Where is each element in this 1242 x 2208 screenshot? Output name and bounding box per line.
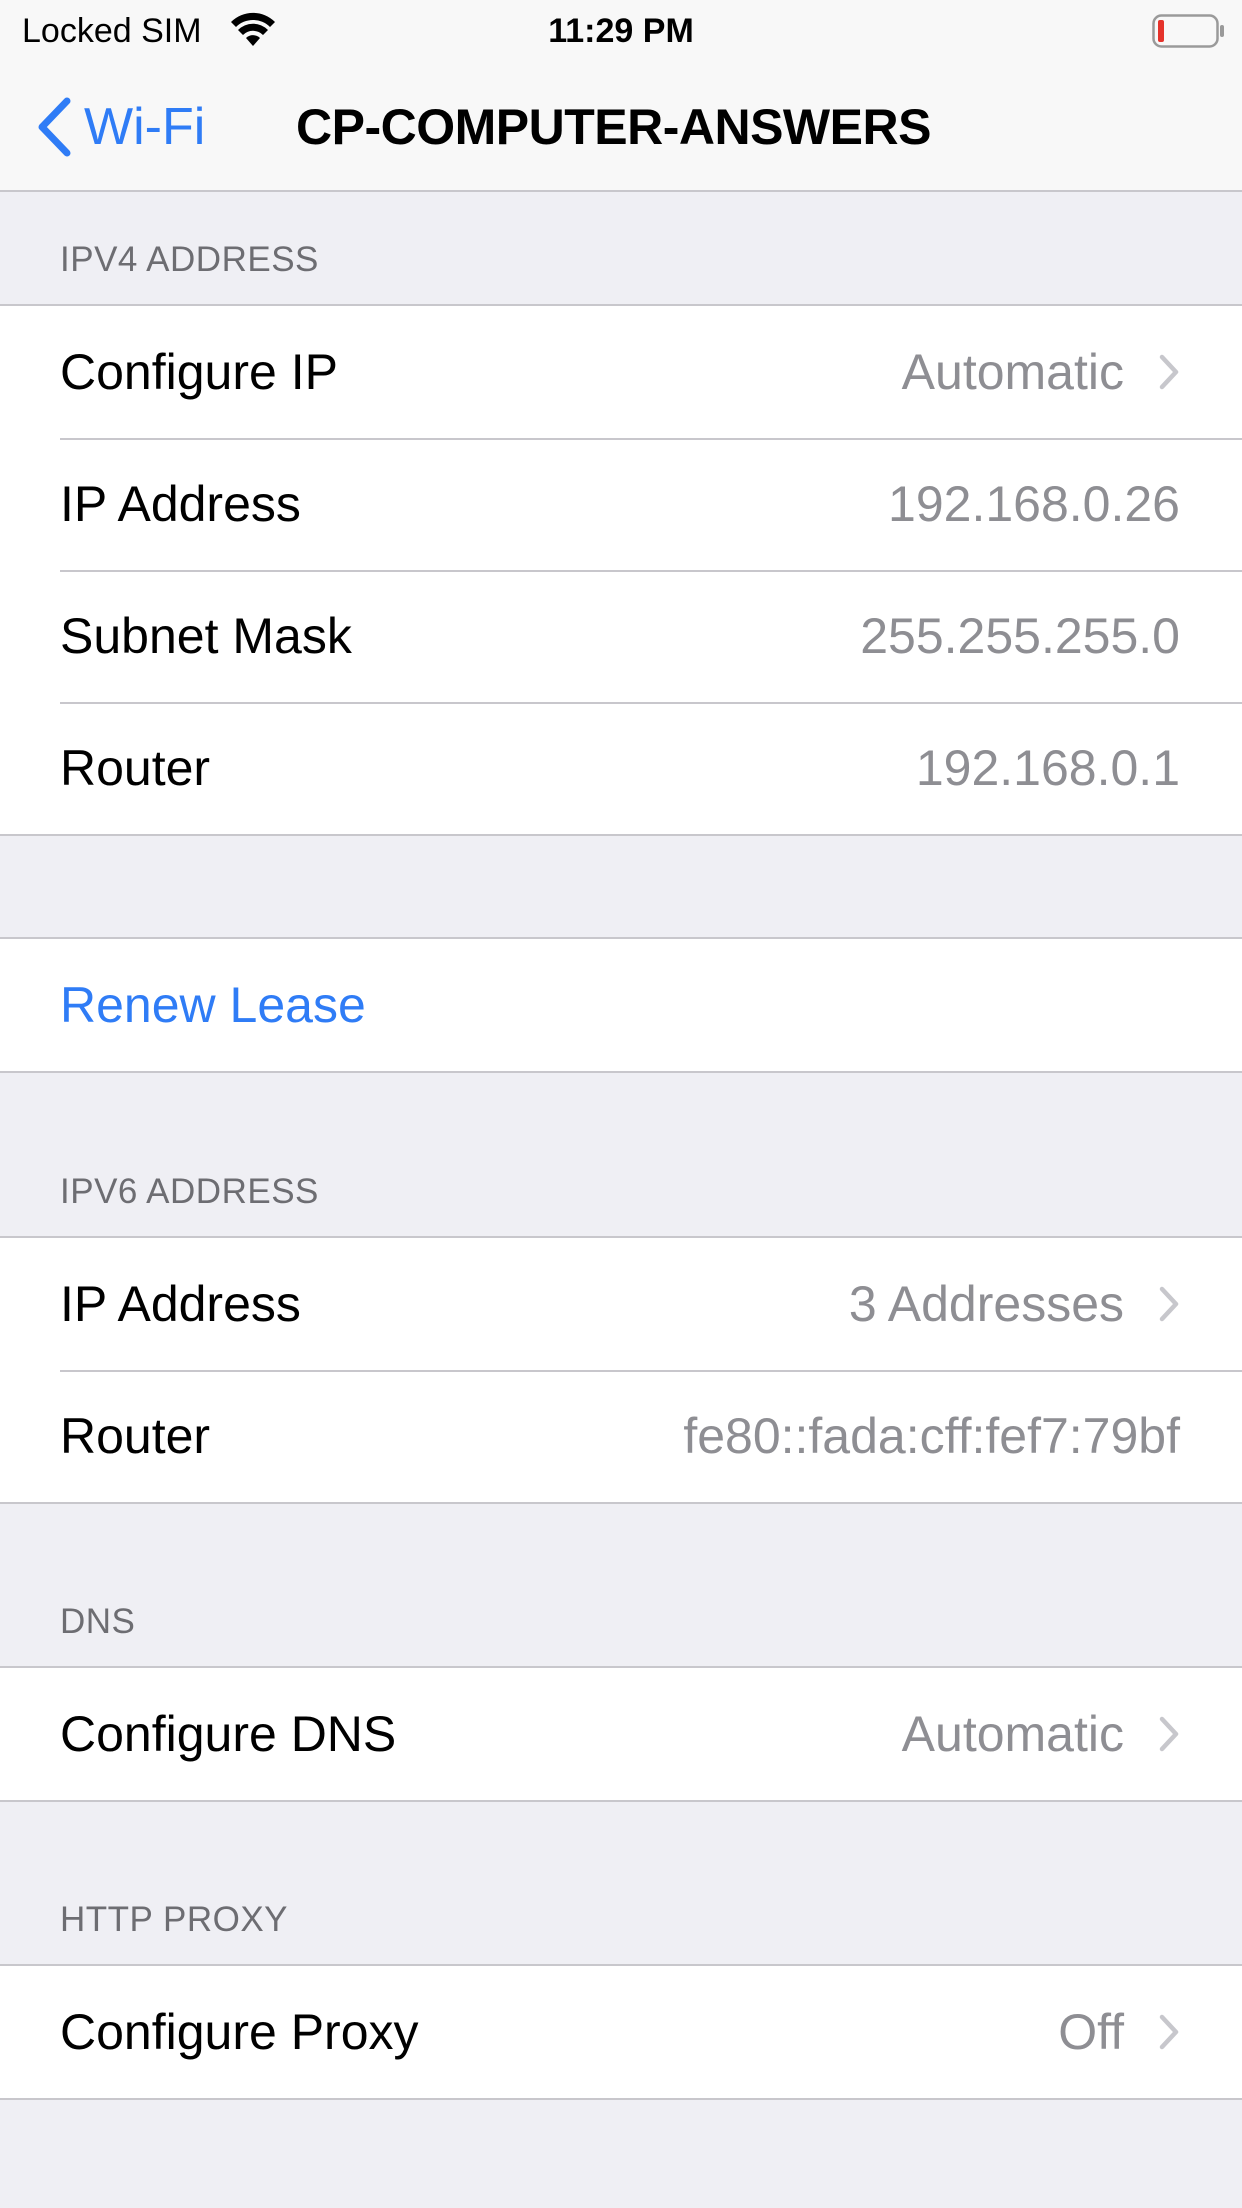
configure-proxy-value: Off — [1058, 2004, 1124, 2060]
ipv4-ip-address-label: IP Address — [60, 476, 301, 532]
renew-lease-label: Renew Lease — [60, 977, 366, 1033]
subnet-mask-label: Subnet Mask — [60, 608, 352, 664]
ipv4-group: Configure IP Automatic IP Address 192.16… — [0, 304, 1242, 836]
ipv4-router-value: 192.168.0.1 — [915, 740, 1180, 796]
back-label: Wi-Fi — [84, 98, 206, 156]
ipv6-ip-address-row[interactable]: IP Address 3 Addresses — [0, 1238, 1242, 1370]
ipv6-router-value: fe80::fada:cff:fef7:79bf — [683, 1408, 1180, 1464]
back-button[interactable]: Wi-Fi — [34, 94, 205, 160]
battery-low-icon — [1152, 14, 1224, 48]
configure-ip-row[interactable]: Configure IP Automatic — [0, 306, 1242, 438]
ipv4-router-label: Router — [60, 740, 211, 796]
dns-group: Configure DNS Automatic — [0, 1666, 1242, 1802]
ipv6-router-label: Router — [60, 1408, 211, 1464]
http-proxy-section-header: HTTP PROXY — [60, 1900, 289, 1939]
configure-dns-row[interactable]: Configure DNS Automatic — [0, 1668, 1242, 1800]
ipv6-router-row: Router fe80::fada:cff:fef7:79bf — [0, 1370, 1242, 1502]
navigation-bar: Wi-Fi CP-COMPUTER-ANSWERS — [0, 60, 1242, 192]
configure-proxy-row[interactable]: Configure Proxy Off — [0, 1966, 1242, 2098]
ipv4-ip-address-row: IP Address 192.168.0.26 — [0, 438, 1242, 570]
ipv6-section-header: IPV6 ADDRESS — [60, 1172, 319, 1211]
page-title: CP-COMPUTER-ANSWERS — [296, 99, 931, 155]
dns-section-header: DNS — [60, 1602, 136, 1641]
configure-ip-value: Automatic — [901, 344, 1124, 400]
chevron-right-icon — [1159, 1716, 1179, 1752]
configure-proxy-label: Configure Proxy — [60, 2004, 419, 2060]
ipv6-ip-address-value: 3 Addresses — [848, 1276, 1124, 1332]
clock: 11:29 PM — [548, 12, 694, 50]
ipv4-router-row: Router 192.168.0.1 — [0, 702, 1242, 834]
chevron-right-icon — [1159, 2014, 1179, 2050]
configure-ip-label: Configure IP — [60, 344, 338, 400]
chevron-right-icon — [1159, 1286, 1179, 1322]
configure-dns-value: Automatic — [901, 1706, 1124, 1762]
renew-lease-button[interactable]: Renew Lease — [0, 939, 1242, 1071]
ipv4-section-header: IPV4 ADDRESS — [60, 240, 319, 279]
ipv4-ip-address-value: 192.168.0.26 — [888, 476, 1180, 532]
chevron-right-icon — [1159, 354, 1179, 390]
configure-dns-label: Configure DNS — [60, 1706, 397, 1762]
subnet-mask-value: 255.255.255.0 — [860, 608, 1180, 664]
renew-lease-group: Renew Lease — [0, 937, 1242, 1073]
chevron-left-icon — [38, 97, 71, 157]
ipv6-group: IP Address 3 Addresses Router fe80::fada… — [0, 1236, 1242, 1504]
status-bar: Locked SIM 11:29 PM — [0, 0, 1242, 60]
ipv6-ip-address-label: IP Address — [60, 1276, 301, 1332]
http-proxy-group: Configure Proxy Off — [0, 1964, 1242, 2100]
subnet-mask-row: Subnet Mask 255.255.255.0 — [0, 570, 1242, 702]
